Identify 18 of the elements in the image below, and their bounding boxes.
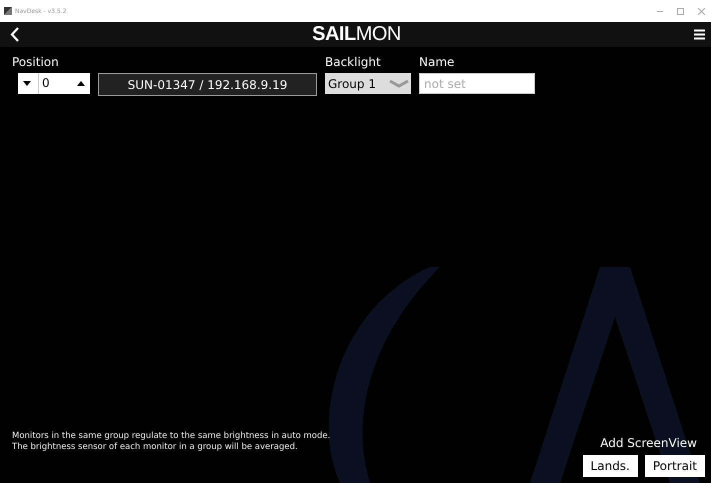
position-spinner[interactable]: 0 <box>18 73 90 94</box>
info-text: The brightness sensor of each monitor in a group will be averaged. <box>12 442 299 453</box>
backlight-label: Backlight <box>325 55 382 70</box>
layout-button[interactable]: Lands. <box>582 455 638 477</box>
app-icon <box>4 7 12 15</box>
back-icon[interactable] <box>10 27 19 42</box>
layout-button[interactable]: Portrait <box>644 455 705 477</box>
name-label: Name <box>419 55 456 70</box>
menu-icon[interactable] <box>694 29 705 40</box>
name-field[interactable]: not set <box>419 73 535 94</box>
logo: SAILMON <box>312 23 401 46</box>
device-button[interactable]: SUN-01347 / 192.168.9.19 <box>98 73 317 96</box>
add-screenview-label: Add ScreenView <box>600 436 697 450</box>
chevron-icon <box>389 78 409 88</box>
info-text: Monitors in the same group regulate to the same brightness in auto mode. <box>12 431 330 442</box>
backlight-dropdown[interactable]: Group 1 <box>325 73 411 94</box>
position-value: 0 <box>38 73 70 94</box>
position-label: Position <box>12 55 60 70</box>
